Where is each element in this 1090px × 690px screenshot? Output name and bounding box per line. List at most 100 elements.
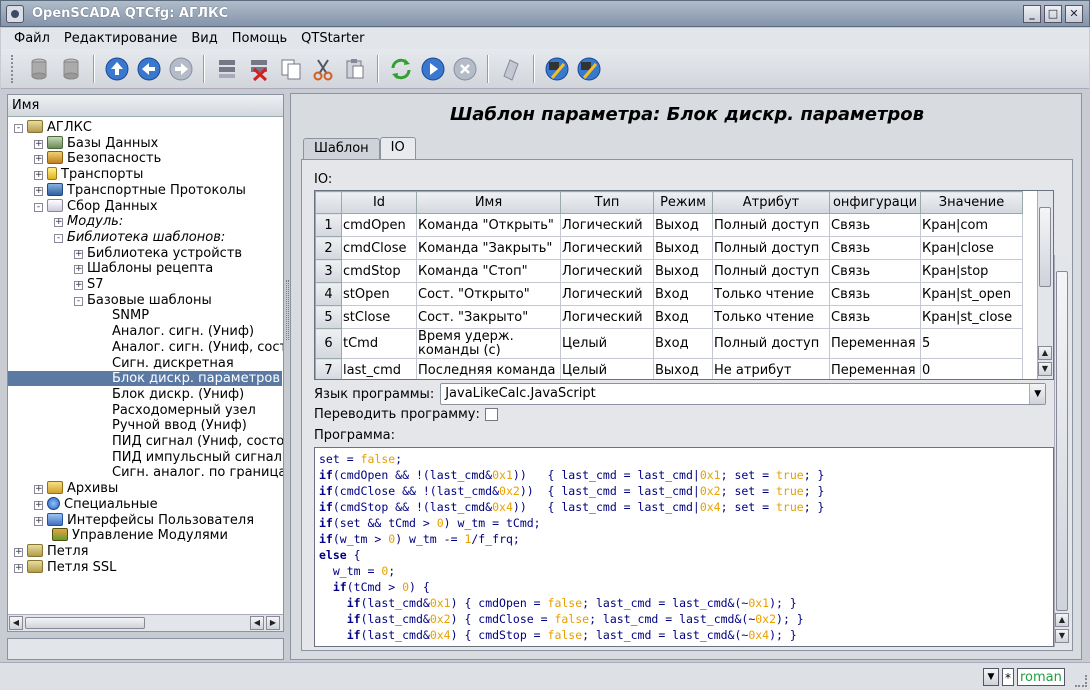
expand-icon[interactable]: + bbox=[34, 186, 43, 196]
table-cell[interactable]: Только чтение bbox=[712, 305, 830, 329]
tree-item[interactable]: + Петля SSL bbox=[8, 559, 116, 575]
table-vertical-scrollbar[interactable]: ▲ ▼ bbox=[1037, 191, 1053, 379]
io-table[interactable]: Id Имя Тип Режим Атрибут онфигураци Знач… bbox=[314, 190, 1054, 380]
table-cell[interactable]: Сост. "Открыто" bbox=[416, 282, 561, 306]
menu-view[interactable]: Вид bbox=[184, 31, 224, 46]
table-cell[interactable]: Выход bbox=[653, 358, 713, 379]
toolbar-grip[interactable] bbox=[11, 54, 15, 83]
tree-item[interactable]: + Шаблоны рецепта bbox=[8, 261, 213, 276]
table-cell[interactable]: Только чтение bbox=[712, 282, 830, 306]
tree-header[interactable]: Имя bbox=[8, 95, 283, 117]
collapse-icon[interactable]: - bbox=[14, 124, 23, 133]
table-cell[interactable]: Переменная bbox=[829, 358, 921, 379]
close-button[interactable]: ✕ bbox=[1065, 5, 1083, 23]
tree-item[interactable]: + Безопасность bbox=[8, 151, 161, 166]
minimize-button[interactable]: _ bbox=[1023, 5, 1041, 23]
table-cell[interactable]: Время удерж. команды (с) bbox=[416, 328, 561, 359]
paste-button[interactable] bbox=[340, 54, 370, 84]
copy-button[interactable] bbox=[276, 54, 306, 84]
column-header-id[interactable]: Id bbox=[341, 191, 417, 214]
table-scroll-down-button[interactable]: ▼ bbox=[1038, 362, 1052, 376]
tree-item[interactable]: - Библиотека шаблонов: bbox=[8, 230, 225, 245]
menu-qtstarter[interactable]: QTStarter bbox=[294, 31, 371, 46]
table-cell[interactable]: Кран|stop bbox=[920, 259, 1023, 283]
tab-template[interactable]: Шаблон bbox=[303, 138, 380, 159]
tree-item[interactable]: Расходомерный узел bbox=[8, 403, 256, 418]
add-item-button[interactable] bbox=[212, 54, 242, 84]
tree-horizontal-scrollbar[interactable]: ◀ ◀ ▶ bbox=[8, 614, 283, 631]
scroll-right-button[interactable]: ▶ bbox=[266, 616, 280, 630]
cfg-button[interactable] bbox=[542, 54, 572, 84]
app-icon[interactable] bbox=[6, 4, 24, 23]
table-row[interactable]: 4 stOpen Сост. "Открыто" Логический Вход Толь… bbox=[315, 282, 1023, 306]
window-titlebar[interactable]: OpenSCADA QTCfg: АГЛКС _ □ ✕ bbox=[0, 0, 1090, 27]
table-cell[interactable]: Полный доступ bbox=[712, 236, 830, 260]
tree-item[interactable]: + Архивы bbox=[8, 481, 118, 496]
collapse-icon[interactable]: - bbox=[54, 233, 63, 243]
tree-item[interactable]: Блок дискр. (Униф) bbox=[8, 387, 244, 402]
tree-item[interactable]: SNMP bbox=[8, 308, 149, 323]
expand-icon[interactable]: + bbox=[34, 500, 43, 510]
table-cell[interactable]: 0 bbox=[920, 358, 1023, 379]
table-cell[interactable]: Кран|st_close bbox=[920, 305, 1023, 329]
table-cell[interactable]: Вход bbox=[653, 328, 713, 359]
table-cell[interactable]: Логический bbox=[560, 305, 654, 329]
tree-item[interactable]: Ручной ввод (Униф) bbox=[8, 418, 247, 433]
column-header-mode[interactable]: Режим bbox=[653, 191, 713, 214]
table-cell[interactable]: Кран|close bbox=[920, 236, 1023, 260]
table-cell[interactable]: Переменная bbox=[829, 328, 921, 359]
tree-item[interactable]: + Специальные bbox=[8, 496, 158, 512]
table-cell[interactable]: Выход bbox=[653, 259, 713, 283]
program-editor[interactable]: set = false; if(cmdOpen && !(last_cmd&0x… bbox=[314, 447, 1054, 647]
tree-item[interactable]: + Петля bbox=[8, 543, 88, 559]
tree-item[interactable]: Блок дискр. параметров bbox=[8, 371, 282, 387]
table-cell[interactable]: Логический bbox=[560, 213, 654, 237]
table-scroll-thumb[interactable] bbox=[1039, 207, 1051, 287]
menu-file[interactable]: Файл bbox=[7, 31, 57, 46]
info-button[interactable] bbox=[496, 54, 526, 84]
scroll-left-button[interactable]: ◀ bbox=[9, 616, 23, 630]
table-cell[interactable]: Связь bbox=[829, 213, 921, 237]
stop-button[interactable] bbox=[450, 54, 480, 84]
table-cell[interactable]: cmdStop bbox=[341, 259, 417, 283]
back-button[interactable] bbox=[134, 54, 164, 84]
collapse-icon[interactable]: - bbox=[34, 202, 43, 212]
tree-item[interactable]: - АГЛКС bbox=[8, 120, 92, 135]
table-cell[interactable]: Логический bbox=[560, 259, 654, 283]
content-vertical-scrollbar[interactable]: ▲ ▼ bbox=[1054, 255, 1070, 647]
table-cell[interactable]: stClose bbox=[341, 305, 417, 329]
expand-icon[interactable]: + bbox=[74, 265, 83, 275]
table-cell[interactable]: Вход bbox=[653, 305, 713, 329]
table-row[interactable]: 5 stClose Сост. "Закрыто" Логический Вход Тол… bbox=[315, 305, 1023, 329]
chevron-down-icon[interactable]: ▼ bbox=[1029, 384, 1046, 404]
table-row[interactable]: 3 cmdStop Команда "Стоп" Логический Выход Пол… bbox=[315, 259, 1023, 283]
content-scroll-up-button[interactable]: ▲ bbox=[1055, 613, 1069, 627]
program-language-select[interactable]: JavaLikeCalc.JavaScript ▼ bbox=[440, 383, 1047, 405]
tree-item[interactable]: + Интерфейсы Пользователя bbox=[8, 512, 254, 528]
table-cell[interactable]: Связь bbox=[829, 305, 921, 329]
tree-item[interactable]: + Транспорты bbox=[8, 167, 143, 182]
content-scroll-down-button[interactable]: ▼ bbox=[1055, 629, 1069, 643]
start-button[interactable] bbox=[418, 54, 448, 84]
expand-icon[interactable]: + bbox=[14, 547, 23, 557]
table-cell[interactable]: Связь bbox=[829, 282, 921, 306]
table-row[interactable]: 7 last_cmd Последняя команда Целый Выход Не а… bbox=[315, 358, 1023, 379]
table-cell[interactable]: cmdClose bbox=[341, 236, 417, 260]
tree-search-field[interactable] bbox=[7, 638, 284, 660]
table-cell[interactable]: Целый bbox=[560, 328, 654, 359]
tree-item[interactable]: Аналог. сигн. (Униф) bbox=[8, 324, 254, 339]
table-cell[interactable]: Полный доступ bbox=[712, 259, 830, 283]
column-header-type[interactable]: Тип bbox=[560, 191, 654, 214]
resize-grip[interactable] bbox=[1075, 675, 1087, 687]
table-cell[interactable]: Не атрибут bbox=[712, 358, 830, 379]
up-button[interactable] bbox=[102, 54, 132, 84]
expand-icon[interactable]: + bbox=[34, 516, 43, 526]
collapse-icon[interactable]: - bbox=[74, 296, 83, 306]
expand-icon[interactable]: + bbox=[74, 249, 83, 259]
table-cell[interactable]: stOpen bbox=[341, 282, 417, 306]
table-cell[interactable]: Команда "Закрыть" bbox=[416, 236, 561, 260]
table-scroll-up-button[interactable]: ▲ bbox=[1038, 346, 1052, 360]
navigation-tree[interactable]: - АГЛКС + Базы Данных + Безопасность + Транспор… bbox=[8, 117, 283, 611]
cfg-wide-button[interactable] bbox=[574, 54, 604, 84]
table-cell[interactable]: Логический bbox=[560, 236, 654, 260]
